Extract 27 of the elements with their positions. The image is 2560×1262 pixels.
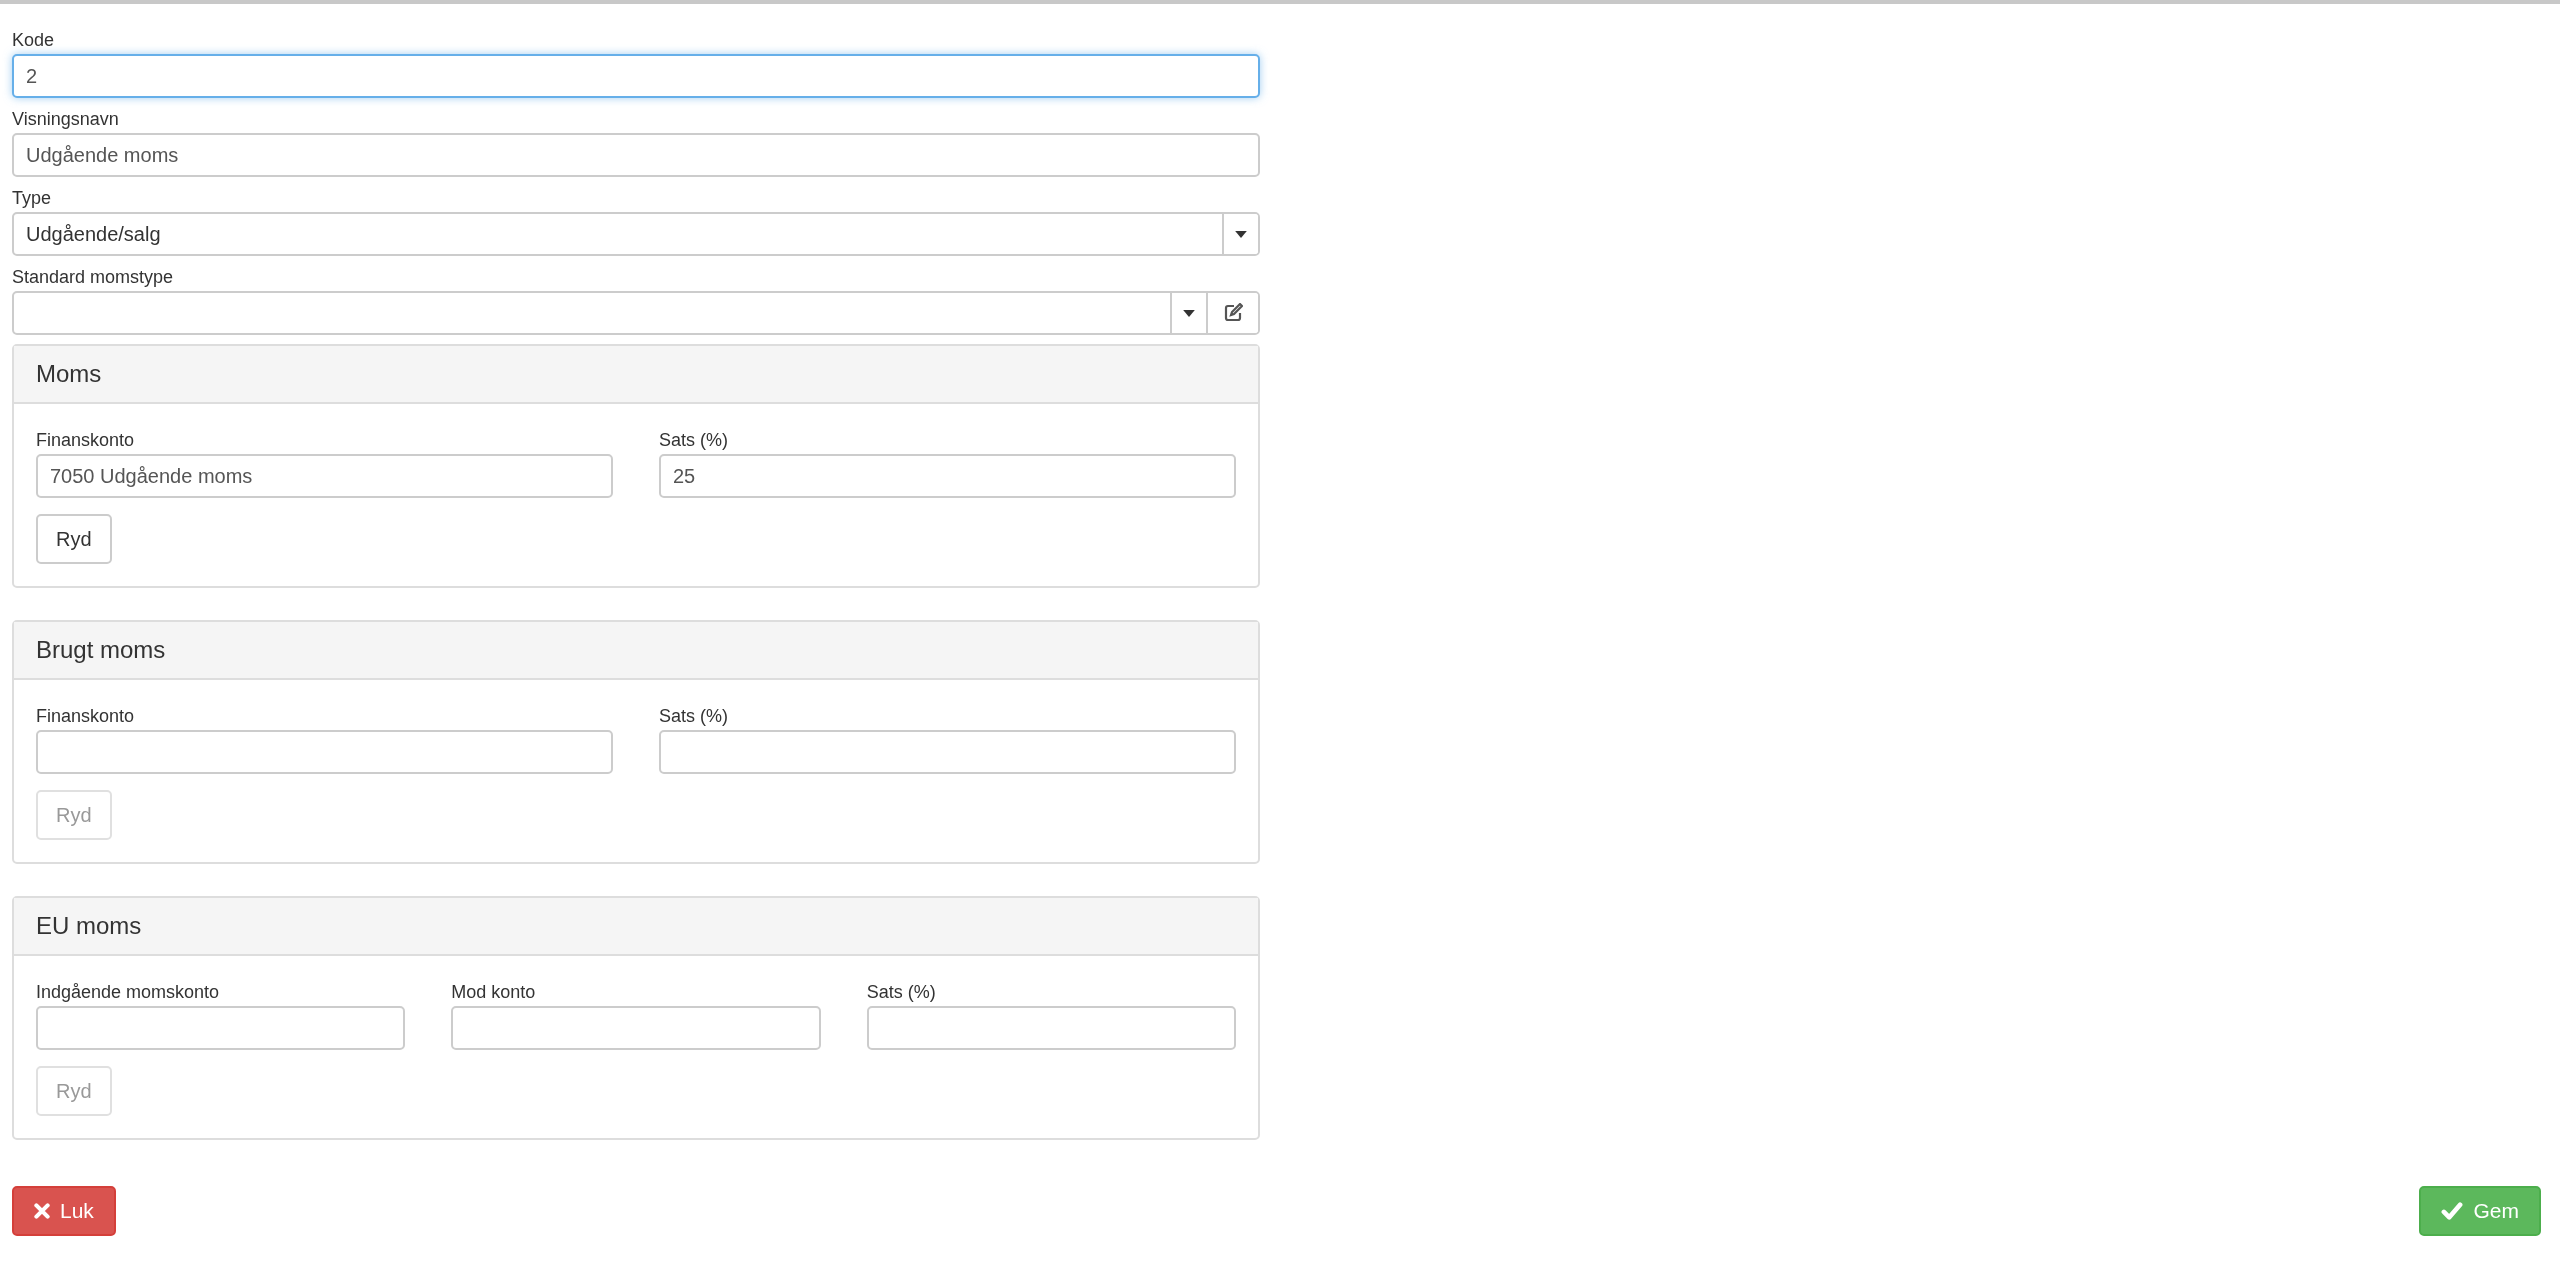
panel-title: EU moms (36, 912, 142, 940)
field-label: Sats (%) (866, 981, 937, 1004)
field-label: Mod konto (451, 981, 537, 1004)
text-field[interactable]: 7050 Udgående moms (36, 454, 613, 498)
field-label: Kode (12, 29, 56, 52)
text-field[interactable]: 2 (12, 54, 1260, 98)
text-field[interactable]: 25 (659, 454, 1236, 498)
panel-title: Brugt moms (36, 636, 166, 664)
field-label: Visningsnavn (12, 108, 120, 131)
text-field[interactable] (659, 730, 1236, 774)
text-field[interactable] (451, 1006, 821, 1050)
text-field[interactable] (36, 1006, 406, 1050)
close-icon (34, 1203, 50, 1219)
field-label: Type (12, 187, 53, 210)
text-field[interactable]: Udgående moms (12, 133, 1260, 177)
checkmark-icon (2441, 1202, 2464, 1220)
field-label: Sats (%) (659, 429, 729, 452)
text-field[interactable] (36, 730, 613, 774)
field-label: Finanskonto (36, 429, 136, 452)
field-label: Standard momstype (12, 266, 175, 289)
field-label: Indgående momskonto (36, 981, 221, 1004)
field-label: Finanskonto (36, 705, 136, 728)
text-field[interactable] (866, 1006, 1236, 1050)
panel-title: Moms (36, 360, 102, 388)
clear-button[interactable]: Ryd (36, 514, 112, 564)
close-button[interactable]: Luk (12, 1186, 116, 1236)
field-label: Sats (%) (659, 705, 729, 728)
